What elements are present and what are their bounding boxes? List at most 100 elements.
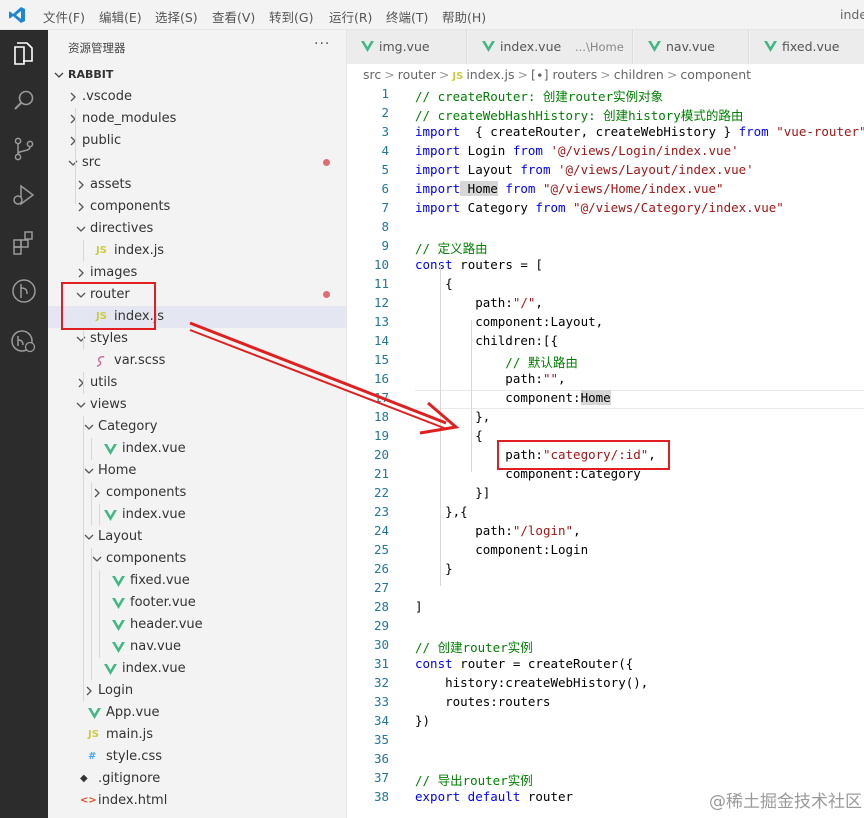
menu-item[interactable]: 转到(G): [269, 7, 313, 26]
tree-file-gitignore[interactable]: ◆ .gitignore: [48, 768, 346, 790]
breadcrumb-item[interactable]: router: [398, 67, 436, 82]
menu-item[interactable]: 终端(T): [386, 7, 428, 26]
tree-file-var-scss[interactable]: var.scss: [48, 350, 346, 372]
tree-folder-assets[interactable]: assets: [48, 174, 346, 196]
tab-img-vue[interactable]: img.vue: [347, 30, 467, 64]
code-line[interactable]: 5 import Layout from '@/views/Layout/inde…: [347, 162, 864, 181]
menu-item[interactable]: 选择(S): [155, 7, 198, 26]
tree-file-index-html[interactable]: <> index.html: [48, 790, 346, 812]
remote-icon[interactable]: [9, 326, 39, 356]
tree-folder-vscode[interactable]: .vscode: [48, 86, 346, 108]
code-line[interactable]: 7 import Category from "@/views/Category/…: [347, 200, 864, 219]
explorer-icon[interactable]: [9, 38, 39, 68]
tree-file-index-js[interactable]: JS index.js: [48, 240, 346, 262]
tree-file-main-js[interactable]: JS main.js: [48, 724, 346, 746]
line-number: 1: [381, 86, 389, 101]
tree-folder-components[interactable]: components: [48, 196, 346, 218]
extensions-icon[interactable]: [9, 228, 39, 258]
tree-folder-public[interactable]: public: [48, 130, 346, 152]
code-line[interactable]: 2 // createWebHashHistory: 创建history模式的路由: [347, 105, 864, 124]
tree-folder-utils[interactable]: utils: [48, 372, 346, 394]
tree-folder-styles[interactable]: styles: [48, 328, 346, 350]
menu-item[interactable]: 查看(V): [212, 7, 255, 26]
code-line[interactable]: 12 path:"/",: [347, 295, 864, 314]
source-control-icon[interactable]: [9, 134, 39, 164]
tree-folder-home[interactable]: Home: [48, 460, 346, 482]
chevron-right-icon: [76, 267, 86, 279]
code-line[interactable]: 29: [347, 618, 864, 637]
tree-folder-views[interactable]: views: [48, 394, 346, 416]
code-line[interactable]: 11 {: [347, 276, 864, 295]
chevron-down-icon: [76, 399, 86, 411]
breadcrumb-item[interactable]: src: [363, 67, 381, 82]
code-line[interactable]: 15 // 默认路由: [347, 352, 864, 371]
tree-root-rabbit[interactable]: RABBIT: [48, 64, 346, 86]
menu-item[interactable]: 运行(R): [329, 7, 372, 26]
code-line[interactable]: 30 // 创建router实例: [347, 637, 864, 656]
code-line[interactable]: 6 import Home from "@/views/Home/index.vu…: [347, 181, 864, 200]
code-line[interactable]: 8: [347, 219, 864, 238]
code-line[interactable]: 1 // createRouter: 创建router实例对象: [347, 86, 864, 105]
tab-home-index-vue[interactable]: index.vue ...\Home: [468, 30, 633, 64]
tree-file-fixed-vue[interactable]: fixed.vue: [48, 570, 346, 592]
breadcrumb-item[interactable]: [∙] routers: [531, 67, 597, 82]
tree-file-app-vue[interactable]: App.vue: [48, 702, 346, 724]
tree-item-label: index.vue: [122, 661, 186, 676]
tree-file-header-vue[interactable]: header.vue: [48, 614, 346, 636]
code-line[interactable]: 23 },{: [347, 504, 864, 523]
tree-folder-node-modules[interactable]: node_modules: [48, 108, 346, 130]
tree-folder-components[interactable]: components: [48, 548, 346, 570]
code-line[interactable]: 16 path:"",: [347, 371, 864, 390]
code-line[interactable]: 18 },: [347, 409, 864, 428]
tree-file-footer-vue[interactable]: footer.vue: [48, 592, 346, 614]
code-line[interactable]: 31 const router = createRouter({: [347, 656, 864, 675]
tree-file-style-css[interactable]: # style.css: [48, 746, 346, 768]
code-token: routes:routers: [415, 694, 551, 709]
code-line[interactable]: 27: [347, 580, 864, 599]
tree-file-nav-vue[interactable]: nav.vue: [48, 636, 346, 658]
code-line[interactable]: 28]: [347, 599, 864, 618]
breadcrumb-item[interactable]: index.js: [466, 67, 514, 82]
code-line[interactable]: 13 component:Layout,: [347, 314, 864, 333]
tree-folder-src[interactable]: src: [48, 152, 346, 174]
tree-item-label: .vscode: [82, 89, 132, 104]
code-line[interactable]: 24 path:"/login",: [347, 523, 864, 542]
menu-item[interactable]: 文件(F): [43, 7, 85, 26]
breadcrumb-item[interactable]: children: [614, 67, 664, 82]
code-line[interactable]: 36: [347, 751, 864, 770]
code-line[interactable]: 17 component:Home: [347, 390, 864, 409]
code-line[interactable]: 26 }: [347, 561, 864, 580]
code-line[interactable]: 9 // 定义路由: [347, 238, 864, 257]
tree-file-index-vue[interactable]: index.vue: [48, 504, 346, 526]
more-actions-icon[interactable]: ···: [314, 36, 330, 52]
tree-folder-layout[interactable]: Layout: [48, 526, 346, 548]
code-line[interactable]: 32 history:createWebHistory(),: [347, 675, 864, 694]
code-line[interactable]: 14 children:[{: [347, 333, 864, 352]
tab-nav-vue[interactable]: nav.vue: [634, 30, 749, 64]
tree-folder-directives[interactable]: directives: [48, 218, 346, 240]
code-line[interactable]: 10 const routers = [: [347, 257, 864, 276]
tree-folder-images[interactable]: images: [48, 262, 346, 284]
run-debug-icon[interactable]: [9, 180, 39, 210]
code-line[interactable]: 33 routes:routers: [347, 694, 864, 713]
code-line[interactable]: 25 component:Login: [347, 542, 864, 561]
code-line[interactable]: 4 import Login from '@/views/Login/index.…: [347, 143, 864, 162]
menu-item[interactable]: 编辑(E): [99, 7, 142, 26]
tree-folder-login[interactable]: Login: [48, 680, 346, 702]
git-graph-icon[interactable]: [9, 276, 39, 306]
code-line[interactable]: 22 }]: [347, 485, 864, 504]
breadcrumb-item[interactable]: JS: [452, 71, 463, 82]
tree-file-index-vue[interactable]: index.vue: [48, 658, 346, 680]
code-line[interactable]: 3 import { createRouter, createWebHistory…: [347, 124, 864, 143]
tree-folder-components[interactable]: components: [48, 482, 346, 504]
code-line[interactable]: 34}): [347, 713, 864, 732]
breadcrumb-item[interactable]: component: [680, 67, 751, 82]
search-icon[interactable]: [9, 86, 39, 116]
menu-item[interactable]: 帮助(H): [442, 7, 486, 26]
tree-file-index-vue[interactable]: index.vue: [48, 438, 346, 460]
code-line[interactable]: 35: [347, 732, 864, 751]
code-token: ,: [573, 523, 581, 538]
tab-fixed-vue[interactable]: fixed.vue: [750, 30, 864, 64]
tree-folder-category[interactable]: Category: [48, 416, 346, 438]
tree-item-label: views: [90, 397, 127, 412]
